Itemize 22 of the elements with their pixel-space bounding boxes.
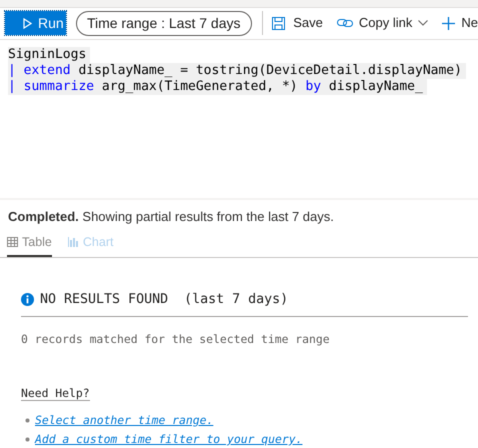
help-link[interactable]: Select another time range.	[35, 412, 214, 429]
bar-chart-icon	[68, 237, 79, 248]
result-tab[interactable]: Table	[7, 232, 52, 257]
bullet-icon	[25, 418, 30, 423]
link-icon	[336, 18, 353, 28]
no-results-heading: NO RESULTS FOUND (last 7 days)	[40, 290, 288, 309]
help-title: Need Help?	[21, 386, 90, 401]
plus-icon	[442, 16, 456, 30]
chevron-down-icon	[418, 20, 428, 26]
play-icon	[23, 18, 32, 29]
help-link[interactable]: Add a custom time filter to your query.	[35, 430, 302, 448]
run-button[interactable]: Run	[5, 11, 66, 36]
save-icon	[272, 16, 286, 30]
time-range-button[interactable]: Time range : Last 7 days	[76, 10, 252, 36]
save-button[interactable]: Save	[272, 13, 323, 33]
info-icon	[21, 293, 34, 306]
new-query-button[interactable]: Ne	[442, 13, 478, 33]
status-message: Completed. Showing partial results from the last 7 days.	[7, 208, 335, 226]
copy-link-button[interactable]: Copy link	[336, 13, 428, 33]
bullet-icon	[25, 436, 30, 442]
table-icon	[7, 237, 18, 248]
records-message: 0 records matched for the selected time range	[21, 330, 331, 348]
